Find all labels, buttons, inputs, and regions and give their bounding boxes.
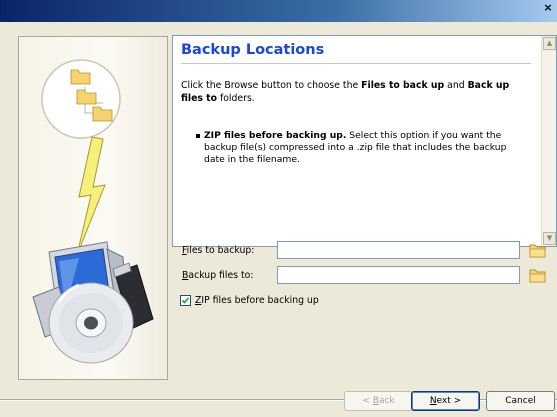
close-icon[interactable]: × <box>541 1 555 15</box>
dialog-body: Backup Locations Click the Browse button… <box>0 22 557 417</box>
files-to-backup-label: Files to backup: <box>182 245 255 256</box>
cancel-button[interactable]: Cancel <box>486 391 555 411</box>
files-to-backup-input[interactable] <box>277 241 520 259</box>
cd-disc-icon <box>48 282 134 364</box>
info-pane: Backup Locations Click the Browse button… <box>172 35 557 247</box>
browse-backup-files-to-button[interactable] <box>528 266 547 285</box>
zip-files-checkbox[interactable] <box>180 295 191 306</box>
page-title: Backup Locations <box>181 41 531 64</box>
computer-backup-illustration <box>32 59 154 364</box>
folder-icon <box>529 244 546 258</box>
zip-option-description: ZIP files before backing up. Select this… <box>196 130 522 166</box>
backup-files-to-input[interactable] <box>277 266 520 284</box>
vertical-scrollbar[interactable]: ▲ ▼ <box>541 36 556 246</box>
intro-text: Click the Browse button to choose the Fi… <box>181 80 510 104</box>
scroll-up-arrow-icon[interactable]: ▲ <box>543 37 556 50</box>
checkmark-icon <box>181 297 190 304</box>
wizard-illustration-panel <box>18 36 168 380</box>
zip-files-checkbox-label[interactable]: ZIP files before backing up <box>195 295 319 306</box>
browse-files-to-backup-button[interactable] <box>528 241 547 260</box>
next-button[interactable]: Next > <box>411 391 480 411</box>
back-button[interactable]: < Back <box>344 391 413 411</box>
backup-files-to-label: Backup files to: <box>182 270 254 281</box>
bullet-icon <box>196 134 200 138</box>
title-bar: × <box>0 0 557 22</box>
folder-icon <box>529 269 546 283</box>
